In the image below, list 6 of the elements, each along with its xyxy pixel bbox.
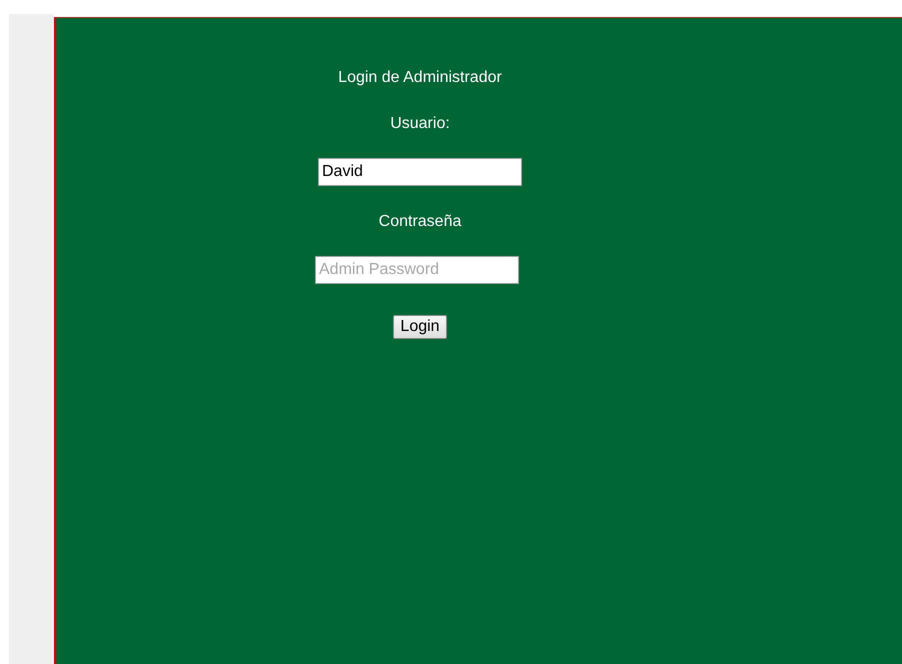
password-field[interactable]: Admin Password: [315, 256, 519, 284]
username-field[interactable]: David: [318, 158, 522, 186]
username-label: Usuario:: [390, 114, 450, 134]
login-button[interactable]: Login: [393, 315, 447, 339]
password-label: Contraseña: [378, 212, 462, 232]
form-title: Login de Administrador: [338, 68, 502, 88]
